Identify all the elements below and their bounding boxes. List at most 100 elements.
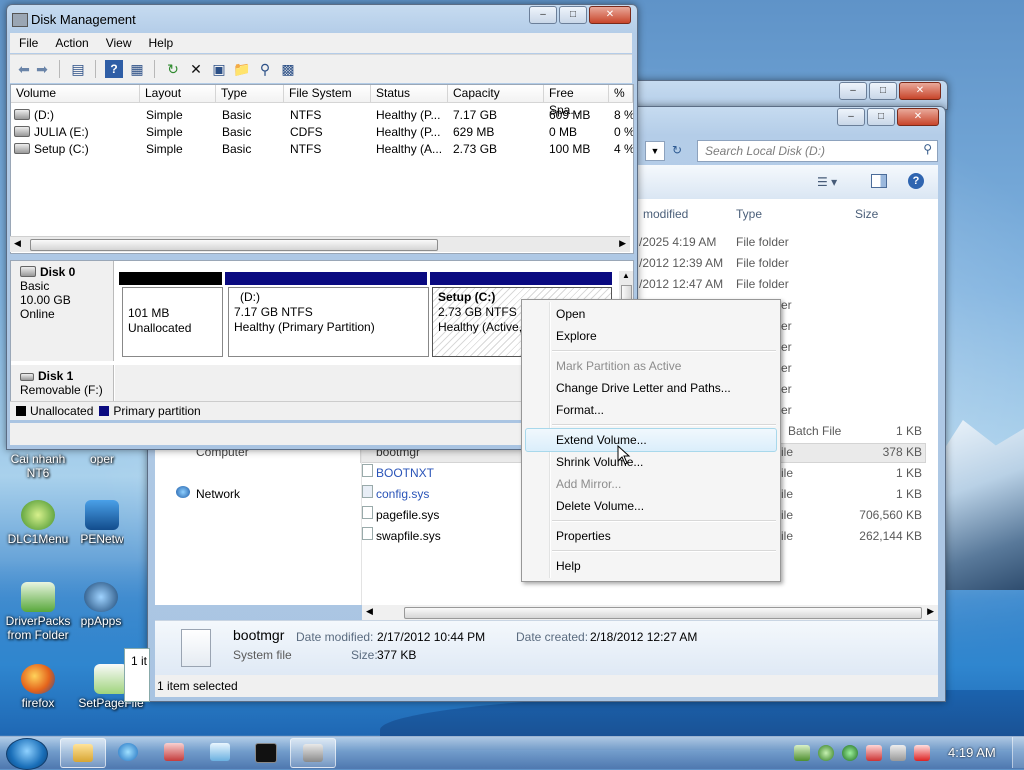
tray-play-icon[interactable] [842, 745, 858, 761]
taskbar-explorer[interactable] [60, 738, 106, 768]
check-icon[interactable]: ▣ [210, 60, 228, 78]
refresh-icon[interactable]: ↻ [164, 60, 182, 78]
desktop-icon-dlc1menu[interactable]: DLC1Menu [0, 500, 76, 546]
menu-file[interactable]: File [10, 33, 46, 53]
taskbar-app[interactable] [152, 738, 196, 766]
scroll-left-icon[interactable]: ◀ [14, 238, 21, 249]
minimize-icon[interactable]: – [529, 6, 557, 24]
nav-item-network[interactable]: Network [196, 485, 240, 503]
partition-unallocated[interactable]: 101 MB Unallocated [122, 287, 223, 357]
menu-item-change-drive-letter[interactable]: Change Drive Letter and Paths... [556, 378, 731, 398]
tray-icon[interactable] [794, 745, 810, 761]
scroll-right-icon[interactable]: ▶ [927, 606, 934, 617]
column-header-filesystem[interactable]: File System [284, 85, 371, 103]
search-input[interactable]: Search Local Disk (D:) [705, 144, 825, 158]
taskbar-ie[interactable] [106, 738, 150, 766]
menu-item-help[interactable]: Help [556, 556, 581, 576]
show-desktop-button[interactable] [1012, 737, 1024, 768]
menu-separator [552, 520, 776, 522]
close-icon[interactable]: ✕ [897, 108, 939, 126]
column-header-type[interactable]: Type [216, 85, 284, 103]
search-icon[interactable]: ⚲ [923, 142, 932, 156]
column-header-capacity[interactable]: Capacity [448, 85, 544, 103]
menu-help[interactable]: Help [140, 33, 182, 53]
minimize-icon[interactable]: – [839, 82, 867, 100]
taskbar-disk-management[interactable] [290, 738, 336, 768]
scroll-left-icon[interactable]: ◀ [366, 606, 373, 617]
taskbar-cmd[interactable] [244, 738, 288, 766]
search-icon[interactable]: ⚲ [256, 60, 274, 78]
menu-item-properties[interactable]: Properties [556, 526, 611, 546]
rescan-icon[interactable]: ▩ [279, 60, 297, 78]
column-header-volume[interactable]: Volume [11, 85, 140, 103]
volume-list-scrollbar[interactable]: ◀ ▶ [10, 236, 630, 252]
menu-view[interactable]: View [97, 33, 140, 53]
desktop-icon-firefox[interactable]: firefox [0, 664, 76, 710]
close-icon[interactable]: ✕ [589, 6, 631, 24]
open-folder-icon[interactable]: 📁 [233, 60, 251, 78]
help-icon[interactable]: ? [105, 60, 123, 78]
partition-desc: Unallocated [128, 321, 192, 335]
taskbar-bird[interactable] [198, 738, 242, 766]
menu-item-delete-volume[interactable]: Delete Volume... [556, 496, 644, 516]
maximize-icon[interactable]: □ [869, 82, 897, 100]
desktop-icon-oper[interactable]: oper [80, 452, 124, 466]
help-icon[interactable]: ? [908, 173, 924, 189]
maximize-icon[interactable]: □ [867, 108, 895, 126]
partition-d[interactable]: (D:) 7.17 GB NTFS Healthy (Primary Parti… [228, 287, 429, 357]
file-row-date[interactable]: /2012 12:39 AM [639, 254, 723, 272]
back-icon[interactable]: ⬅ [15, 60, 33, 78]
delete-icon[interactable]: ✕ [187, 60, 205, 78]
column-header-layout[interactable]: Layout [140, 85, 216, 103]
preview-pane-icon[interactable] [871, 174, 887, 188]
menu-item-explore[interactable]: Explore [556, 326, 597, 346]
minimize-icon[interactable]: – [837, 108, 865, 126]
volume-row-name[interactable]: Setup (C:) [14, 141, 89, 157]
volume-row-name[interactable]: JULIA (E:) [14, 124, 89, 140]
file-list-scrollbar[interactable]: ◀ ▶ [362, 605, 938, 620]
column-header-free-space[interactable]: Free Spa... [544, 85, 609, 117]
file-name[interactable]: BOOTNXT [376, 464, 434, 482]
tray-check-icon[interactable] [818, 745, 834, 761]
taskbar-clock[interactable]: 4:19 AM [948, 745, 996, 760]
ppapps-icon [84, 582, 118, 612]
view-options-icon[interactable]: ☰ ▾ [817, 175, 837, 189]
scrollbar-thumb[interactable] [30, 239, 438, 251]
disk1-label[interactable]: Disk 1 Removable (F:) [11, 365, 114, 401]
desktop-icon-cai-nhanh[interactable]: Cai nhanh NT6 [0, 452, 76, 480]
desktop-icon-ppapps[interactable]: ppApps [78, 582, 124, 628]
column-header-type[interactable]: Type [736, 204, 762, 224]
scrollbar-thumb[interactable] [404, 607, 922, 619]
tray-volume-icon[interactable] [914, 745, 930, 761]
address-dropdown-icon[interactable]: ▼ [645, 141, 665, 161]
file-name[interactable]: config.sys [376, 485, 429, 503]
refresh-icon[interactable]: ↻ [667, 141, 687, 159]
search-box[interactable]: Search Local Disk (D:) ⚲ [697, 140, 938, 162]
console-tree-icon[interactable]: ▤ [69, 60, 87, 78]
desktop-icon-penetw[interactable]: PENetw [80, 500, 124, 546]
volume-row-name[interactable]: (D:) [14, 107, 54, 123]
disk0-label[interactable]: Disk 0 Basic 10.00 GB Online [11, 261, 114, 361]
column-header-modified[interactable]: modified [643, 204, 688, 224]
properties-icon[interactable]: ▦ [128, 60, 146, 78]
menu-item-open[interactable]: Open [556, 304, 585, 324]
file-row-date[interactable]: /2025 4:19 AM [639, 233, 716, 251]
forward-icon[interactable]: ➡ [33, 60, 51, 78]
menu-action[interactable]: Action [46, 33, 96, 53]
file-name[interactable]: pagefile.sys [376, 506, 439, 524]
file-row-date[interactable]: /2012 12:47 AM [639, 275, 723, 293]
start-button[interactable] [6, 738, 48, 770]
tray-network-icon[interactable] [890, 745, 906, 761]
close-icon[interactable]: ✕ [899, 82, 941, 100]
menu-item-extend-volume[interactable]: Extend Volume... [556, 430, 647, 450]
menu-item-format[interactable]: Format... [556, 400, 604, 420]
column-header-size[interactable]: Size [855, 204, 878, 224]
file-name[interactable]: swapfile.sys [376, 527, 441, 545]
column-header-percent-free[interactable]: % F [609, 85, 633, 103]
tray-app-icon[interactable] [866, 745, 882, 761]
desktop-icon-driverpacks[interactable]: DriverPacks from Folder [0, 582, 76, 642]
scroll-right-icon[interactable]: ▶ [619, 238, 626, 249]
column-header-status[interactable]: Status [371, 85, 448, 103]
maximize-icon[interactable]: □ [559, 6, 587, 24]
scroll-up-icon[interactable]: ▲ [622, 271, 630, 280]
